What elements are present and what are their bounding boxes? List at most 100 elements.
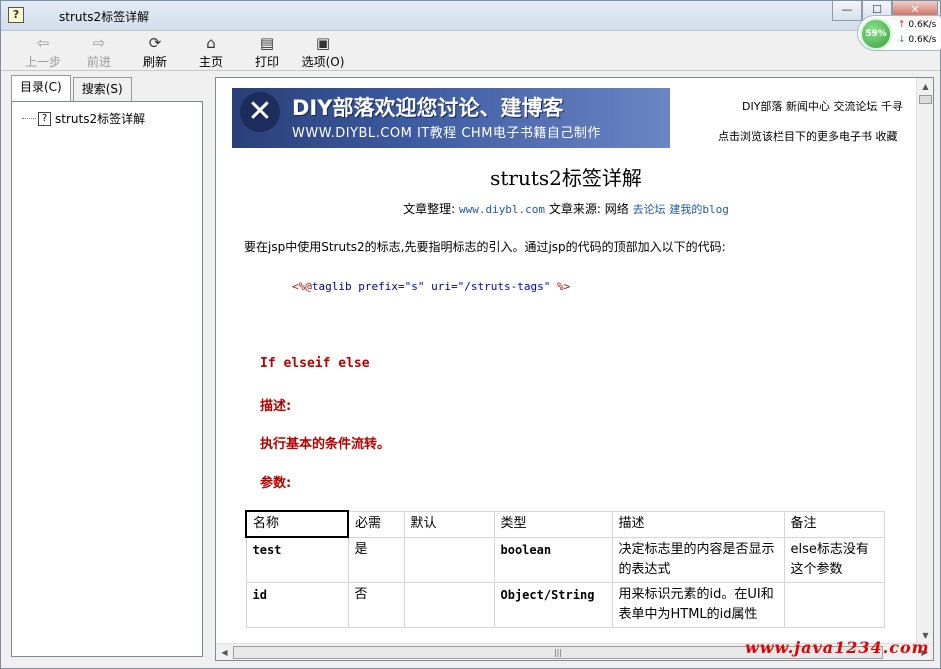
table-cell: id [245, 581, 349, 628]
description-label: 描述: [260, 399, 292, 414]
blog-link[interactable]: 建我的blog [669, 203, 729, 216]
back-button[interactable]: ⇦ 上一步 [15, 31, 71, 69]
chm-viewer-window: ? struts2标签详解 — ☐ ✕ ⇦ 上一步 ⇨ 前进 ⟳ 刷新 ⌂ 主页… [0, 0, 941, 669]
link-bookmark[interactable]: 收藏 [876, 130, 898, 143]
vertical-scrollbar[interactable]: ▲ ▼ [916, 78, 933, 644]
link-news[interactable]: 新闻中心 [786, 100, 830, 113]
help-page-icon: ? [38, 111, 51, 126]
x-logo-icon: ✕ [240, 92, 280, 132]
refresh-button[interactable]: ⟳ 刷新 [127, 31, 183, 69]
code-snippet: <%@taglib prefix="s" uri="/struts-tags" … [292, 280, 570, 293]
back-arrow-icon: ⇦ [36, 34, 50, 52]
site-watermark: www.java1234.com [745, 638, 930, 657]
printer-icon: ▤ [259, 34, 275, 52]
tree-item[interactable]: ? struts2标签详解 [22, 110, 145, 127]
forum-link[interactable]: 去论坛 [633, 203, 666, 216]
code-close: %> [556, 280, 571, 293]
refresh-icon: ⟳ [148, 34, 162, 52]
options-label: 选项(O) [301, 55, 345, 69]
params-label: 参数: [260, 476, 292, 491]
refresh-label: 刷新 [142, 55, 167, 69]
code-attr2: uri= [431, 280, 458, 293]
scroll-left-icon[interactable]: ◀ [216, 644, 233, 660]
download-speed-value: 0.6K/s [908, 35, 937, 45]
table-header-row: 名称 必需 默认 类型 描述 备注 [245, 510, 885, 538]
link-forum[interactable]: 交流论坛 [833, 100, 877, 113]
page-title: struts2标签详解 [490, 166, 642, 190]
header-cell: 描述 [611, 510, 785, 538]
section-heading: If elseif else [260, 356, 370, 371]
table-row: test 是 boolean 决定标志里的内容是否显示的表达式 else标志没有… [245, 536, 885, 583]
params-table: 名称 必需 默认 类型 描述 备注 test 是 boolean 决定标志里的内… [245, 510, 885, 628]
forward-label: 前进 [86, 55, 111, 69]
link-more-ebooks[interactable]: 点击浏览该栏目下的更多电子书 [718, 130, 872, 143]
network-usage-gauge: 59% [860, 18, 892, 50]
scroll-up-icon[interactable]: ▲ [917, 78, 933, 95]
minimize-button[interactable]: — [832, 1, 862, 21]
nav-tabs: 目录(C) 搜索(S) [11, 75, 134, 101]
upload-speed-value: 0.6K/s [908, 20, 937, 30]
code-directive: taglib [311, 280, 352, 293]
contents-tree: ? struts2标签详解 [11, 101, 203, 657]
content-pane: ✕ DIY部落欢迎您讨论、建博客 WWW.DIYBL.COM IT教程 CHM电… [215, 77, 934, 661]
code-open: <%@ [292, 280, 312, 293]
table-cell: test [245, 536, 349, 583]
table-cell: else标志没有这个参数 [783, 536, 885, 583]
header-cell: 类型 [493, 510, 613, 538]
document: ✕ DIY部落欢迎您讨论、建博客 WWW.DIYBL.COM IT教程 CHM电… [216, 78, 916, 644]
link-diybl[interactable]: DIY部落 [742, 100, 782, 113]
compiled-link[interactable]: www.diybl.com [459, 203, 545, 216]
code-val2: "/struts-tags" [457, 280, 551, 293]
forward-arrow-icon: ⇨ [92, 34, 106, 52]
source-label: 文章来源: [548, 202, 601, 216]
vertical-scroll-thumb[interactable] [919, 95, 932, 104]
tab-contents[interactable]: 目录(C) [11, 75, 71, 101]
link-qianxun[interactable]: 千寻 [881, 100, 903, 113]
article-meta: 文章整理: www.diybl.com 文章来源: 网络 去论坛 建我的blog [216, 200, 916, 217]
print-label: 打印 [254, 55, 279, 69]
options-icon: ▣ [315, 34, 331, 52]
header-cell: 名称 [245, 510, 349, 538]
code-attr1: prefix= [358, 280, 405, 293]
forward-button[interactable]: ⇨ 前进 [71, 31, 127, 69]
home-icon: ⌂ [206, 34, 216, 52]
upload-speed: ↑ 0.6K/s [898, 20, 936, 30]
table-cell [403, 581, 495, 628]
table-cell: boolean [493, 536, 613, 583]
table-cell: 否 [347, 581, 405, 628]
tree-item-label: struts2标签详解 [55, 112, 146, 126]
header-cell: 备注 [783, 510, 885, 538]
banner-slogan: DIY部落欢迎您讨论、建博客 [292, 96, 564, 120]
code-val1: "s" [404, 280, 425, 293]
upload-arrow-icon: ↑ [898, 20, 906, 30]
header-cell: 默认 [403, 510, 495, 538]
options-button[interactable]: ▣ 选项(O) [295, 31, 351, 69]
home-label: 主页 [198, 55, 223, 69]
network-speed-widget[interactable]: 59% ↑ 0.6K/s ↓ 0.6K/s [857, 15, 941, 51]
table-cell: 用来标识元素的id。在UI和表单中为HTML的id属性 [611, 581, 785, 628]
intro-paragraph: 要在jsp中使用Struts2的标志,先要指明标志的引入。通过jsp的代码的顶部… [244, 240, 726, 254]
window-title: struts2标签详解 [59, 10, 150, 24]
description-text: 执行基本的条件流转。 [260, 437, 391, 452]
diybl-banner[interactable]: ✕ DIY部落欢迎您讨论、建博客 WWW.DIYBL.COM IT教程 CHM电… [232, 88, 670, 148]
compiled-label: 文章整理: [403, 202, 456, 216]
source-value: 网络 [604, 202, 629, 216]
tab-search[interactable]: 搜索(S) [72, 77, 132, 101]
title-bar[interactable]: ? struts2标签详解 — ☐ ✕ [1, 1, 940, 31]
table-cell [403, 536, 495, 583]
help-app-icon: ? [8, 7, 24, 23]
table-cell: 决定标志里的内容是否显示的表达式 [611, 536, 785, 583]
table-cell: Object/String [493, 581, 613, 628]
banner-subtitle: WWW.DIYBL.COM IT教程 CHM电子书籍自己制作 [292, 126, 601, 141]
top-links: DIY部落 新闻中心 交流论坛 千寻 [742, 98, 903, 114]
navigation-pane: 目录(C) 搜索(S) ? struts2标签详解 [5, 75, 209, 661]
table-cell [783, 581, 885, 628]
tree-connector [22, 118, 36, 119]
table-cell: 是 [347, 536, 405, 583]
sub-links: 点击浏览该栏目下的更多电子书 收藏 [718, 128, 898, 144]
home-button[interactable]: ⌂ 主页 [183, 31, 239, 69]
print-button[interactable]: ▤ 打印 [239, 31, 295, 69]
back-label: 上一步 [24, 55, 61, 69]
header-cell: 必需 [347, 510, 405, 538]
toolbar: ⇦ 上一步 ⇨ 前进 ⟳ 刷新 ⌂ 主页 ▤ 打印 ▣ 选项(O) [1, 31, 940, 71]
